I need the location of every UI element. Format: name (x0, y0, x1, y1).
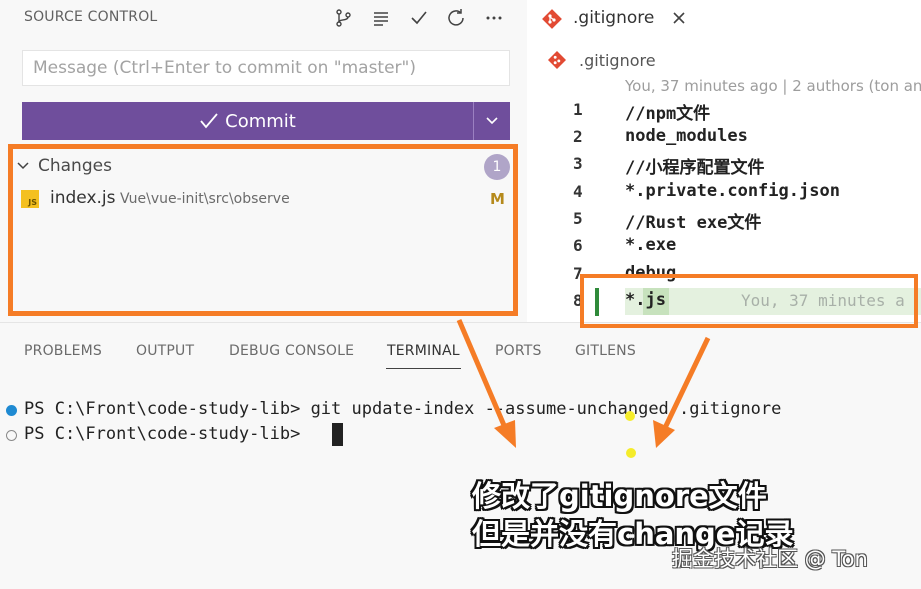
git-icon (542, 9, 562, 29)
line-number: 6 (573, 236, 583, 255)
line-number: 2 (573, 127, 583, 146)
active-tab-indicator (386, 368, 461, 369)
refresh-icon[interactable] (444, 6, 468, 30)
line-code: *.private.config.json (625, 181, 840, 201)
line-number: 5 (573, 209, 583, 228)
annotation-box-line8 (580, 274, 918, 328)
tab-terminal[interactable]: TERMINAL (387, 343, 460, 359)
git-icon (548, 51, 566, 69)
line-code: //Rust exe文件 (625, 213, 762, 233)
watermark: 掘金技术社区 @ Ton (672, 547, 868, 571)
code-line[interactable]: 4 *.private.config.json (527, 179, 921, 206)
annotation-box-changes (8, 144, 518, 316)
terminal-line: PS C:\Front\code-study-lib> git update-i… (24, 399, 782, 419)
line-number: 3 (573, 154, 583, 173)
command-success-icon[interactable] (6, 405, 17, 416)
blame-annotation[interactable]: You, 37 minutes ago | 2 authors (ton and (625, 77, 921, 95)
breadcrumb[interactable]: .gitignore (547, 48, 656, 72)
source-control-title: SOURCE CONTROL (24, 9, 158, 25)
code-line[interactable]: 6 *.exe (527, 233, 921, 260)
code-line[interactable]: 5 //Rust exe文件 (527, 206, 921, 233)
annotation-text: 修改了gitignore文件 (472, 479, 767, 513)
breadcrumb-label: .gitignore (579, 50, 656, 70)
terminal-cursor (332, 423, 343, 446)
line-code: *.exe (625, 235, 677, 255)
more-icon[interactable] (482, 6, 506, 30)
line-code: //npm文件 (625, 104, 711, 124)
list-icon[interactable] (369, 6, 393, 30)
code-line[interactable]: 3 //小程序配置文件 (527, 151, 921, 178)
commit-dropdown-button[interactable] (473, 102, 510, 140)
tab-label: .gitignore (573, 8, 655, 28)
line-code: //小程序配置文件 (625, 158, 765, 178)
code-line[interactable]: 1 //npm文件 (527, 97, 921, 124)
commit-button-label: Commit (225, 110, 296, 132)
code-line[interactable]: 2 node_modules (527, 124, 921, 151)
check-icon (200, 113, 218, 129)
tab-output[interactable]: OUTPUT (136, 343, 194, 359)
tab-ports[interactable]: PORTS (495, 343, 542, 359)
tab-problems[interactable]: PROBLEMS (24, 343, 102, 359)
editor-tab[interactable]: .gitignore (527, 0, 921, 38)
graph-icon[interactable] (332, 6, 356, 30)
commit-message-input[interactable] (22, 50, 510, 86)
line-code: node_modules (625, 126, 748, 146)
line-number: 4 (573, 182, 583, 201)
close-icon[interactable] (669, 8, 689, 28)
commit-button[interactable]: Commit (22, 102, 473, 140)
chevron-down-icon (486, 117, 498, 125)
tab-gitlens[interactable]: GITLENS (575, 343, 636, 359)
tab-debug-console[interactable]: DEBUG CONSOLE (229, 343, 354, 359)
terminal-line: PS C:\Front\code-study-lib> (24, 424, 311, 444)
command-pending-icon[interactable] (6, 430, 17, 441)
check-icon[interactable] (407, 6, 431, 30)
line-number: 1 (573, 100, 583, 119)
